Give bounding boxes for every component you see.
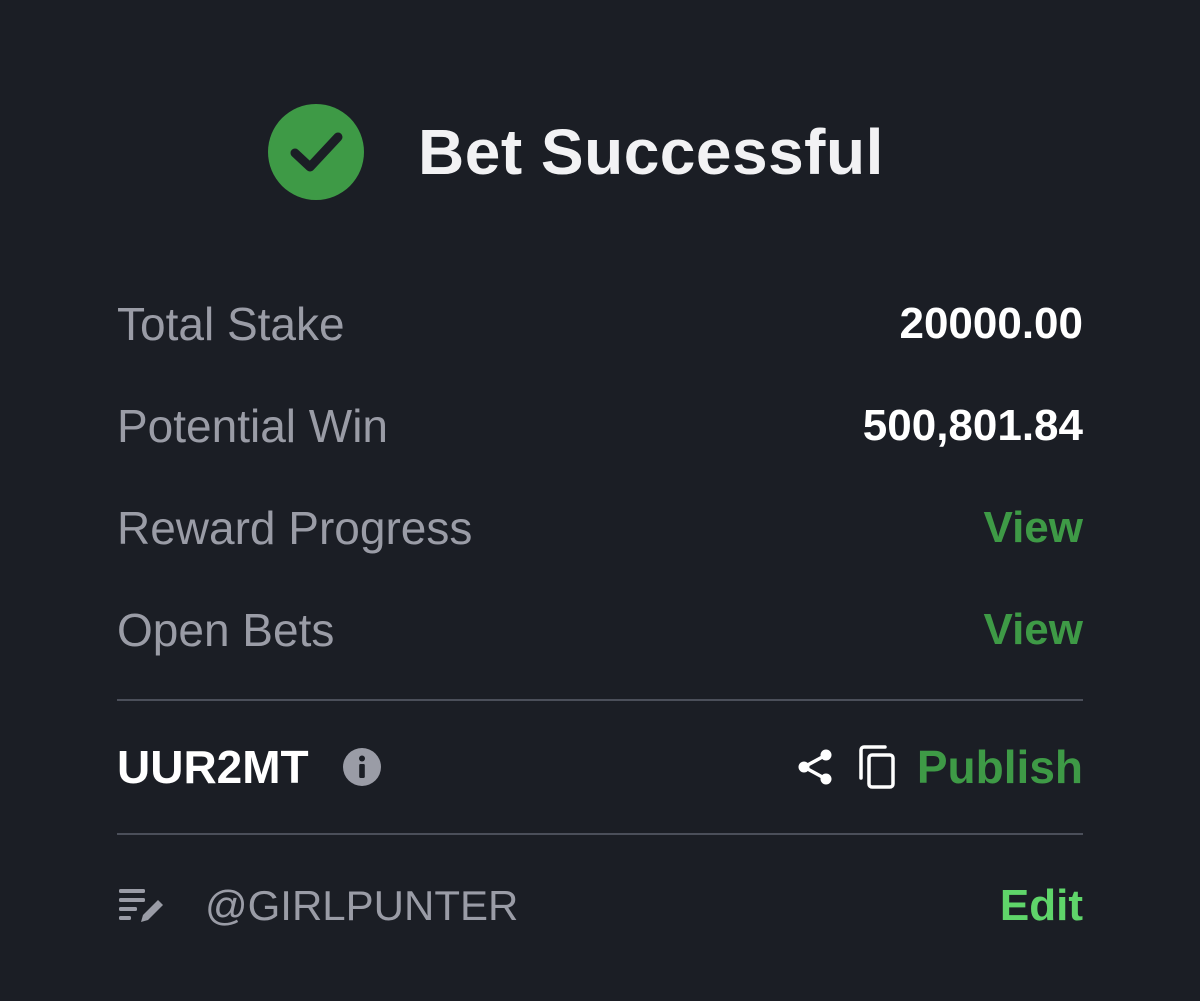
info-icon[interactable] [342, 748, 381, 786]
potential-win-row: Potential Win 500,801.84 [117, 396, 1083, 456]
page-title: Bet Successful [418, 116, 884, 188]
bet-confirmation-panel: Bet Successful Total Stake 20000.00 Pote… [0, 0, 1200, 1001]
copy-icon[interactable] [857, 744, 897, 790]
booking-actions: Publish [795, 740, 1083, 794]
potential-win-value: 500,801.84 [862, 401, 1083, 450]
booking-code-group: UUR2MT [117, 740, 381, 794]
publish-button[interactable]: Publish [917, 740, 1083, 794]
edit-button[interactable]: Edit [1000, 881, 1083, 931]
open-bets-view-link[interactable]: View [984, 605, 1083, 655]
booking-code: UUR2MT [117, 741, 309, 793]
total-stake-row: Total Stake 20000.00 [117, 294, 1083, 354]
potential-win-label: Potential Win [117, 400, 389, 452]
total-stake-value: 20000.00 [899, 299, 1083, 348]
open-bets-row: Open Bets View [117, 600, 1083, 660]
booking-code-row: UUR2MT Publish [117, 737, 1083, 797]
reward-progress-label: Reward Progress [117, 502, 473, 554]
edit-note-icon [119, 889, 163, 922]
divider [117, 699, 1083, 701]
check-circle-icon [268, 104, 364, 200]
username: @GIRLPUNTER [205, 882, 519, 929]
username-group: @GIRLPUNTER [117, 882, 518, 930]
total-stake-label: Total Stake [117, 298, 345, 350]
reward-progress-row: Reward Progress View [117, 498, 1083, 558]
share-icon[interactable] [795, 747, 835, 787]
username-row: @GIRLPUNTER Edit [117, 876, 1083, 936]
bet-status-header: Bet Successful [268, 104, 884, 200]
reward-progress-view-link[interactable]: View [984, 503, 1083, 553]
open-bets-label: Open Bets [117, 604, 335, 656]
divider [117, 833, 1083, 835]
